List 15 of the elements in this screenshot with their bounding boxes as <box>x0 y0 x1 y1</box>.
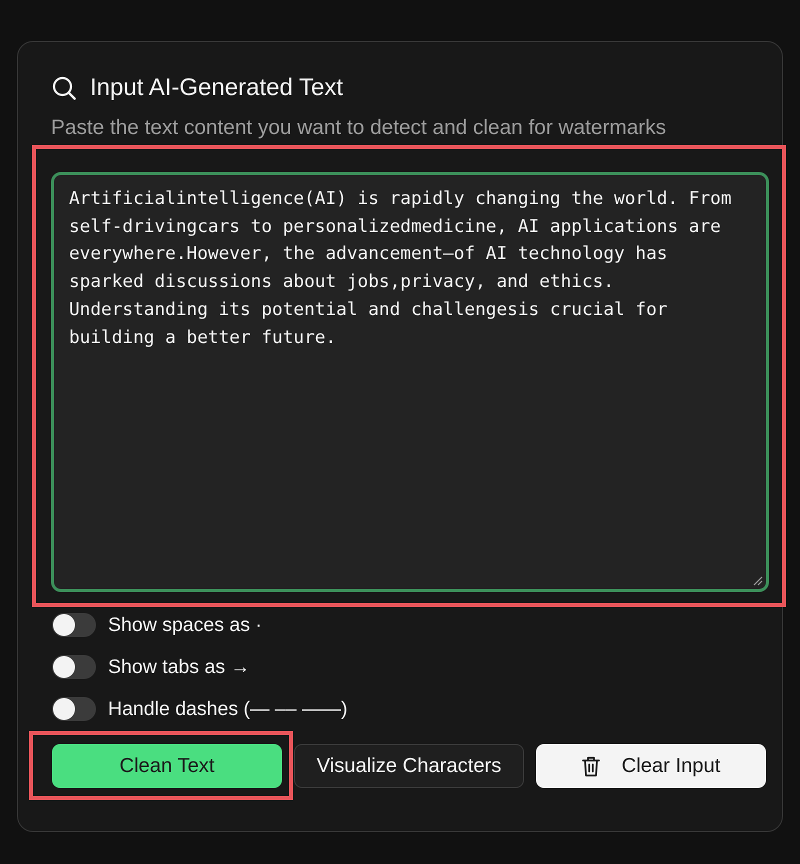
resize-handle-icon[interactable] <box>753 576 763 586</box>
option-label: Handle dashes (— –– ——) <box>108 697 348 721</box>
clear-button[interactable]: Clear Input <box>536 744 766 788</box>
toggle-switch[interactable] <box>52 613 96 637</box>
trash-icon <box>582 756 600 776</box>
toggle-switch[interactable] <box>52 697 96 721</box>
section-description: Paste the text content you want to detect and clean for watermarks <box>51 116 668 140</box>
text-input-field[interactable]: Artificialintelligence(AI) is rapidly changing the world. From self-drivingcars to personalizedmedicine, AI applications are everywhere.However, the advancement—of AI technology has sparked discussions about jobs,privacy, and ethics. Understanding its potential and challengesis crucial for building a better future. <box>51 172 769 592</box>
search-icon <box>52 76 76 100</box>
option-label: Show spaces as · <box>108 613 262 637</box>
option-label: Show tabs as → <box>108 655 250 679</box>
visualize-button[interactable]: Visualize Characters <box>294 744 524 788</box>
section-title: Input AI-Generated Text <box>90 73 344 103</box>
toggle-switch[interactable] <box>52 655 96 679</box>
clean-button[interactable]: Clean Text <box>52 744 282 788</box>
